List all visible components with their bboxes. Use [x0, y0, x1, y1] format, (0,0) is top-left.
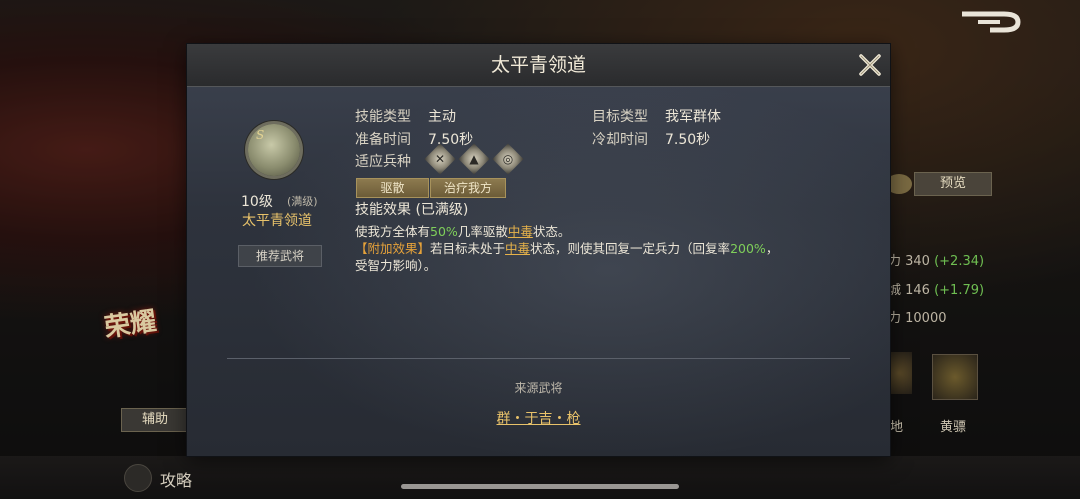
- source-general-label: 来源武将: [514, 381, 563, 395]
- troop-type-label: 适应兵种: [355, 154, 411, 170]
- effect-line: 受智力影响）。: [355, 258, 437, 273]
- hero-name: 地: [890, 420, 904, 435]
- stat-row: 力 340 (+2.34): [888, 254, 985, 269]
- cooldown-label: 冷却时间: [592, 132, 648, 148]
- target-type-label: 目标类型: [592, 109, 648, 125]
- guide-label[interactable]: 攻略: [160, 467, 192, 491]
- spear-icon: ✕: [424, 143, 456, 175]
- assist-button[interactable]: 辅助: [121, 408, 189, 432]
- effect-title: 技能效果 (已满级): [355, 202, 469, 218]
- effect-description: 使我方全体有50%几率驱散中毒状态。 【附加效果】若目标未处于中毒状态，则使其回…: [355, 223, 835, 274]
- prep-time-value: 7.50秒: [428, 132, 474, 148]
- close-icon[interactable]: [857, 52, 883, 78]
- hero-portrait[interactable]: [932, 354, 978, 400]
- book-icon[interactable]: [124, 464, 152, 492]
- archer-icon: ◎: [492, 143, 524, 175]
- divider: [227, 358, 850, 359]
- home-indicator[interactable]: [401, 484, 679, 489]
- target-type-value: 我军群体: [665, 109, 721, 125]
- dialog-title: 太平青领道: [490, 54, 586, 76]
- poison-keyword[interactable]: 中毒: [508, 224, 533, 239]
- skill-name: 太平青领道: [242, 213, 312, 229]
- effect-line: 【附加效果】若目标未处于中毒状态，则使其回复一定兵力（回复率200%，: [355, 241, 779, 256]
- stat-row: 力 10000: [888, 311, 947, 326]
- cavalry-icon: ▲: [458, 143, 490, 175]
- effect-line: 使我方全体有50%几率驱散中毒状态。: [355, 224, 571, 239]
- source-general-link[interactable]: 群・于吉・枪: [187, 408, 890, 428]
- effect-tag: 治疗我方: [430, 178, 506, 198]
- recommend-generals-button[interactable]: 推荐武将: [238, 245, 322, 267]
- prep-time-label: 准备时间: [355, 132, 411, 148]
- skill-level-max: (满级): [287, 195, 318, 208]
- poison-keyword[interactable]: 中毒: [505, 241, 530, 256]
- back-icon[interactable]: [960, 10, 1022, 34]
- hero-name: 黄骠: [940, 420, 967, 435]
- preview-button[interactable]: 预览: [914, 172, 992, 196]
- skill-grade: S: [256, 128, 265, 142]
- stat-row: 城 146 (+1.79): [888, 283, 985, 298]
- skill-type-value: 主动: [428, 109, 456, 125]
- skill-level: 10级: [241, 194, 273, 210]
- skill-type-label: 技能类型: [355, 109, 411, 125]
- cooldown-value: 7.50秒: [665, 132, 711, 148]
- effect-tag: 驱散: [356, 178, 429, 198]
- skill-detail-dialog: 太平青领道 S 10级 (满级) 太平青领道 推荐武将 技能类型 主动 目标类型…: [187, 44, 890, 456]
- game-logo: 荣耀: [102, 306, 159, 344]
